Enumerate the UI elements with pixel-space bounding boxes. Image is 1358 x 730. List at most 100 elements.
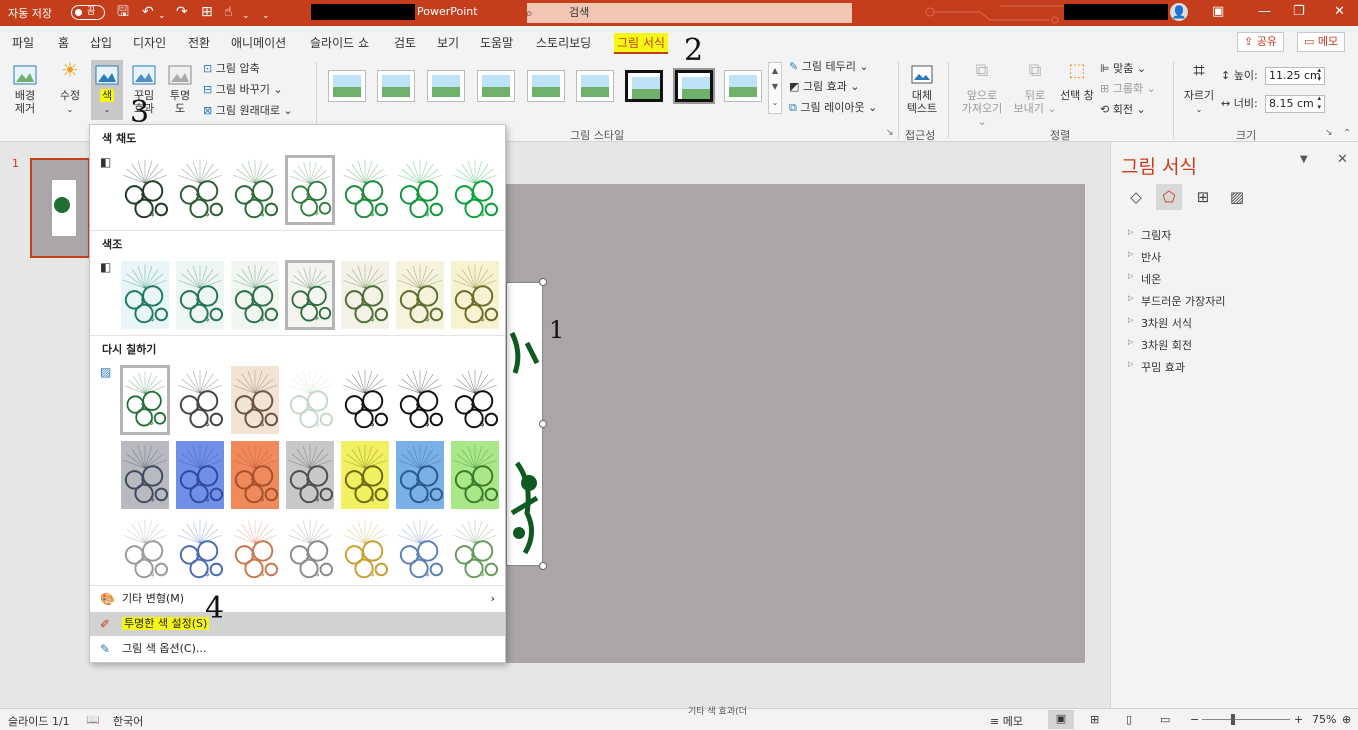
- color-option-thumbnail[interactable]: $ $: [285, 515, 335, 585]
- width-input[interactable]: 8.15 cm ▴ ▾: [1265, 94, 1325, 113]
- share-button[interactable]: ⇪ 공유: [1237, 32, 1284, 52]
- color-option-thumbnail[interactable]: $ $: [340, 260, 390, 330]
- color-option-thumbnail[interactable]: $ $: [395, 515, 445, 585]
- color-option-thumbnail[interactable]: $ $: [285, 155, 335, 225]
- bring-forward-button[interactable]: ⧉ 앞으로 가져오기 ⌄: [956, 62, 1008, 129]
- color-option-thumbnail[interactable]: $ $: [230, 260, 280, 330]
- color-option-thumbnail[interactable]: $ $: [175, 260, 225, 330]
- zoom-level[interactable]: 75%: [1312, 713, 1336, 726]
- effects-tab-icon[interactable]: ⬠: [1156, 184, 1182, 210]
- color-option-thumbnail[interactable]: $ $: [395, 440, 445, 510]
- resize-handle[interactable]: [539, 278, 547, 286]
- close-icon[interactable]: ✕: [1337, 152, 1348, 167]
- color-option-thumbnail[interactable]: $ $: [340, 515, 390, 585]
- panel-item-soft-edges[interactable]: 부드러운 가장자리: [1128, 293, 1226, 309]
- picture-border-button[interactable]: ✎ 그림 테두리 ⌄: [789, 60, 869, 74]
- color-option-thumbnail[interactable]: $ $: [175, 440, 225, 510]
- picture-style-option[interactable]: [673, 68, 715, 104]
- color-option-thumbnail[interactable]: $ $: [340, 155, 390, 225]
- touch-mode-icon[interactable]: ☝: [224, 4, 233, 20]
- transparency-button[interactable]: 투명 도: [166, 64, 194, 115]
- touch-dropdown-icon[interactable]: ⌄: [242, 8, 250, 24]
- slide-sorter-icon[interactable]: ⊞: [1090, 713, 1099, 726]
- tab-view[interactable]: 보기: [437, 34, 459, 51]
- size-properties-icon[interactable]: ⊞: [1190, 184, 1216, 210]
- color-button[interactable]: 색 ⌄: [91, 60, 123, 120]
- color-option-thumbnail[interactable]: $ $: [230, 515, 280, 585]
- resize-handle[interactable]: [539, 420, 547, 428]
- tab-review[interactable]: 검토: [394, 34, 416, 51]
- color-option-thumbnail[interactable]: $ $: [120, 515, 170, 585]
- color-option-thumbnail[interactable]: $ $: [395, 155, 445, 225]
- picture-layout-button[interactable]: ⧉ 그림 레이아웃 ⌄: [789, 101, 877, 115]
- picture-tab-icon[interactable]: ▨: [1224, 184, 1250, 210]
- zoom-slider-thumb[interactable]: [1231, 714, 1235, 725]
- comment-button[interactable]: ▭ 메모: [1297, 32, 1346, 52]
- tab-animations[interactable]: 애니메이션: [231, 34, 286, 51]
- pane-options-icon[interactable]: ▼: [1300, 154, 1308, 165]
- slideshow-icon[interactable]: ▭: [1160, 713, 1170, 726]
- picture-style-option[interactable]: [527, 70, 565, 102]
- color-option-thumbnail[interactable]: $ $: [120, 155, 170, 225]
- picture-style-option[interactable]: [724, 70, 762, 102]
- more-variations-item[interactable]: 🎨 기타 변형(M) ›: [90, 587, 505, 611]
- color-option-thumbnail[interactable]: $ $: [230, 155, 280, 225]
- color-option-thumbnail[interactable]: $ $: [120, 260, 170, 330]
- picture-style-option[interactable]: [625, 70, 663, 102]
- set-transparent-color-item[interactable]: ✐ 투명한 색 설정(S): [90, 612, 505, 636]
- compress-pictures-button[interactable]: ⊡ 그림 압축: [203, 62, 260, 76]
- customize-icon[interactable]: ⌄: [262, 8, 270, 24]
- undo-icon[interactable]: ↶: [142, 4, 154, 20]
- picture-effects-button[interactable]: ◩ 그림 효과 ⌄: [789, 80, 860, 94]
- height-input[interactable]: 11.25 cm ▴ ▾: [1265, 66, 1325, 85]
- group-button[interactable]: ⊞ 그룹화 ⌄: [1100, 82, 1156, 96]
- collapse-ribbon-icon[interactable]: ⌃: [1343, 128, 1351, 139]
- gallery-scroll[interactable]: ▲ ▼ ⌄: [768, 62, 782, 114]
- panel-item-3d-rotation[interactable]: 3차원 회전: [1128, 337, 1192, 353]
- tab-transitions[interactable]: 전환: [188, 34, 210, 51]
- selected-picture[interactable]: [506, 282, 543, 566]
- language[interactable]: 한국어: [113, 713, 143, 729]
- normal-view-icon[interactable]: ▣: [1048, 710, 1074, 729]
- panel-item-3d-format[interactable]: 3차원 서식: [1128, 315, 1192, 331]
- color-option-thumbnail[interactable]: $ $: [175, 365, 225, 435]
- picture-style-option[interactable]: [576, 70, 614, 102]
- close-icon[interactable]: ✕: [1334, 4, 1345, 20]
- color-option-thumbnail[interactable]: $ $: [450, 440, 500, 510]
- send-backward-button[interactable]: ⧉ 뒤로 보내기 ⌄: [1012, 62, 1058, 116]
- color-option-thumbnail[interactable]: $ $: [450, 260, 500, 330]
- panel-item-reflection[interactable]: 반사: [1128, 249, 1161, 265]
- crop-button[interactable]: ⌗ 자르기 ⌄: [1180, 60, 1218, 116]
- remove-background-button[interactable]: 배경 제거: [8, 64, 42, 115]
- color-option-thumbnail[interactable]: $ $: [340, 365, 390, 435]
- minimize-icon[interactable]: —: [1258, 4, 1271, 20]
- reset-picture-button[interactable]: ⊠ 그림 원래대로 ⌄: [203, 104, 293, 118]
- corrections-button[interactable]: ☀ 수정 ⌄: [56, 60, 84, 116]
- panel-item-shadow[interactable]: 그림자: [1128, 227, 1172, 243]
- picture-style-option[interactable]: [477, 70, 515, 102]
- tab-help[interactable]: 도움말: [480, 34, 513, 51]
- color-option-thumbnail[interactable]: $ $: [230, 440, 280, 510]
- fill-line-icon[interactable]: ◇: [1123, 184, 1149, 210]
- autosave-toggle[interactable]: 끔: [71, 5, 105, 20]
- color-option-thumbnail[interactable]: $ $: [175, 515, 225, 585]
- search-input[interactable]: ⌕ 검색: [526, 3, 852, 23]
- change-picture-button[interactable]: ⊟ 그림 바꾸기 ⌄: [203, 83, 283, 97]
- color-option-thumbnail[interactable]: $ $: [285, 440, 335, 510]
- color-option-thumbnail[interactable]: $ $: [450, 365, 500, 435]
- tab-insert[interactable]: 삽입: [90, 34, 112, 51]
- color-option-thumbnail[interactable]: $ $: [395, 365, 445, 435]
- picture-color-options-item[interactable]: ✎ 그림 색 옵션(C)...: [90, 637, 505, 661]
- avatar[interactable]: 👤: [1170, 3, 1188, 21]
- dialog-launcher-icon[interactable]: ↘: [1325, 128, 1333, 138]
- zoom-out-icon[interactable]: −: [1190, 713, 1199, 726]
- restore-icon[interactable]: ❐: [1293, 4, 1305, 20]
- picture-style-option[interactable]: [427, 70, 465, 102]
- color-option-thumbnail[interactable]: $ $: [285, 365, 335, 435]
- picture-style-option[interactable]: [328, 70, 366, 102]
- tab-file[interactable]: 파일: [12, 34, 34, 51]
- panel-item-glow[interactable]: 네온: [1128, 271, 1161, 287]
- present-icon[interactable]: ⊞: [201, 4, 213, 20]
- redo-icon[interactable]: ↷: [176, 4, 188, 20]
- selection-pane-button[interactable]: ⬚ 선택 창: [1058, 62, 1096, 103]
